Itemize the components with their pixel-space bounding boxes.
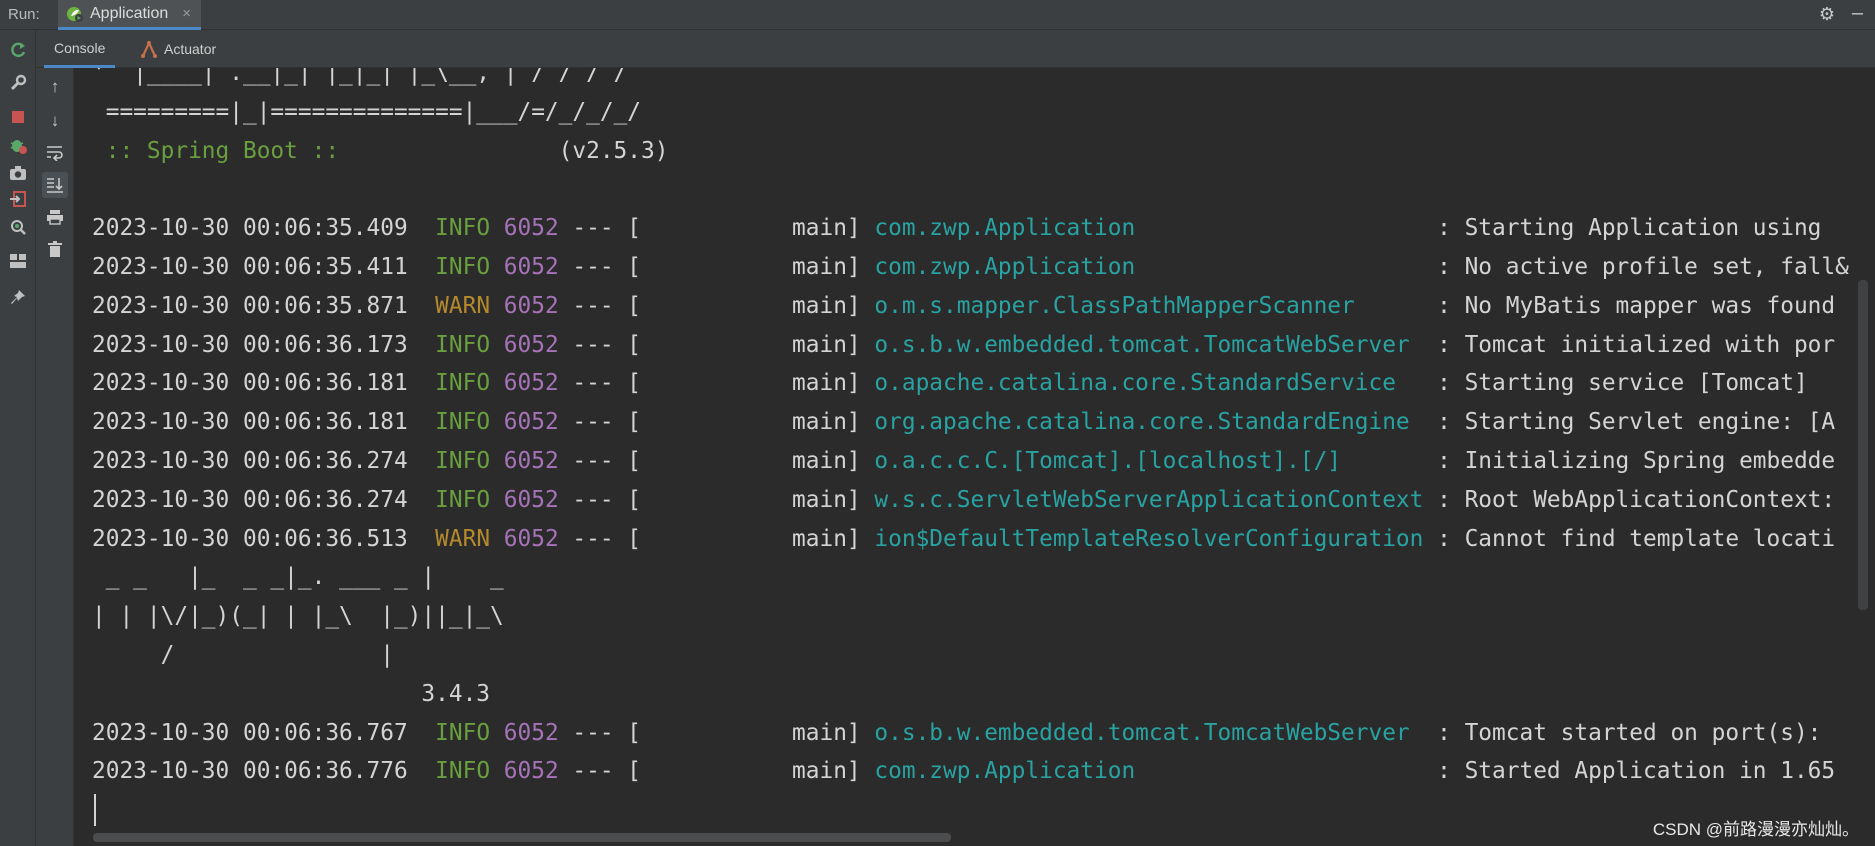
trash-icon[interactable] — [42, 236, 68, 262]
tab-actuator[interactable]: Actuator — [130, 30, 226, 68]
vertical-scrollbar[interactable] — [1858, 280, 1868, 610]
log-line: 2023-10-30 00:06:36.181 INFO 6052 --- [ … — [92, 409, 1836, 436]
log-line: 2023-10-30 00:06:36.776 INFO 6052 --- [ … — [92, 758, 1836, 785]
log-line: 2023-10-30 00:06:36.767 INFO 6052 --- [ … — [92, 719, 1822, 746]
spring-run-icon — [67, 6, 83, 22]
console-output[interactable]: ' |____| .__|_| |_|_| |_\__, | / / / / =… — [74, 68, 1875, 846]
run-tab-label: Application — [90, 4, 169, 22]
log-line: 2023-10-30 00:06:36.513 WARN 6052 --- [ … — [92, 525, 1836, 552]
scroll-to-end-icon[interactable] — [42, 172, 68, 198]
run-tab-application[interactable]: Application × — [58, 0, 202, 30]
arrow-up-icon[interactable]: ↑ — [42, 74, 68, 100]
console-toolbar: ↑ ↓ — [36, 68, 74, 846]
inspect-icon[interactable] — [7, 216, 29, 238]
stop-icon[interactable] — [7, 106, 29, 128]
spring-boot-label: :: Spring Boot :: — [92, 137, 340, 164]
banner-line: ' |____| .__|_| |_|_| |_\__, | / / / / — [92, 68, 628, 86]
console-tabs: Console Actuator — [36, 30, 1875, 68]
mybatis-version: 3.4.3 — [92, 680, 491, 707]
left-toolbar — [0, 30, 36, 846]
exit-icon[interactable] — [7, 188, 29, 210]
log-line: 2023-10-30 00:06:36.173 INFO 6052 --- [ … — [92, 331, 1836, 358]
tab-console[interactable]: Console — [44, 30, 116, 68]
soft-wrap-icon[interactable] — [42, 140, 68, 166]
print-icon[interactable] — [42, 204, 68, 230]
tab-actuator-label: Actuator — [164, 41, 217, 57]
watermark: CSDN @前路漫漫亦灿灿。 — [1652, 820, 1859, 839]
console-log: ' |____| .__|_| |_|_| |_\__, | / / / / =… — [92, 68, 1849, 791]
mybatis-banner-line: / | — [92, 641, 394, 668]
wrench-icon[interactable] — [7, 72, 29, 94]
minus-icon[interactable]: – — [1852, 2, 1863, 25]
log-line: 2023-10-30 00:06:36.274 INFO 6052 --- [ … — [92, 447, 1836, 474]
tab-console-label: Console — [54, 39, 106, 56]
run-label: Run: — [8, 6, 40, 23]
close-icon[interactable]: × — [182, 5, 191, 22]
text-caret — [94, 794, 96, 826]
log-line: 2023-10-30 00:06:35.411 INFO 6052 --- [ … — [92, 253, 1849, 280]
log-line: 2023-10-30 00:06:36.181 INFO 6052 --- [ … — [92, 370, 1808, 397]
rerun-icon[interactable] — [7, 40, 29, 62]
log-line: 2023-10-30 00:06:35.409 INFO 6052 --- [ … — [92, 215, 1822, 242]
gear-icon[interactable]: ⚙ — [1819, 4, 1835, 25]
debug-bug-icon[interactable] — [7, 134, 29, 156]
log-line: 2023-10-30 00:06:35.871 WARN 6052 --- [ … — [92, 292, 1836, 319]
camera-icon[interactable] — [7, 162, 29, 184]
layout-icon[interactable] — [7, 250, 29, 272]
mybatis-banner-line: _ _ |_ _ _|_. ___ _ | _ — [92, 564, 504, 591]
actuator-icon — [141, 40, 157, 58]
banner-line: =========|_|==============|___/=/_/_/_/ — [92, 98, 641, 125]
horizontal-scrollbar[interactable] — [93, 833, 951, 842]
arrow-down-icon[interactable]: ↓ — [42, 108, 68, 134]
run-toolbar: Run: Application × ⚙ – — [0, 0, 1875, 30]
mybatis-banner-line: | | |\/|_)(_| | |_\ |_)||_|_\ — [92, 603, 504, 630]
spring-boot-version: (v2.5.3) — [339, 137, 669, 164]
pin-icon[interactable] — [7, 286, 29, 308]
log-line: 2023-10-30 00:06:36.274 INFO 6052 --- [ … — [92, 486, 1836, 513]
